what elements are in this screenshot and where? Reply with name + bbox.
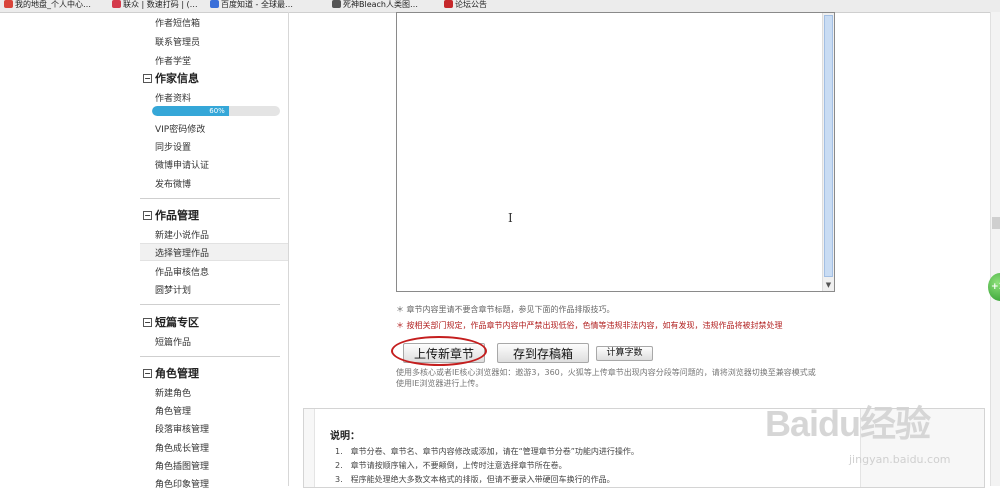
bookmark-item[interactable]: 我的地盘_个人中心… [4, 0, 91, 12]
section-title: 作品管理 [155, 209, 199, 222]
section-author-info[interactable]: − 作家信息 [143, 70, 199, 86]
collapse-icon[interactable]: − [143, 369, 152, 378]
sidebar-divider [288, 12, 289, 486]
bookmark-item[interactable]: 联众 | 数速打码 | (… [112, 0, 198, 12]
sidebar-item-short-works[interactable]: 短篇作品 [155, 335, 191, 348]
site-icon [444, 0, 453, 8]
bookmark-item[interactable]: 论坛公告 [444, 0, 487, 12]
sidebar-item-new-character[interactable]: 新建角色 [155, 386, 191, 399]
word-count-button[interactable]: 计算字数 [596, 346, 653, 361]
site-icon [112, 0, 121, 8]
instruction-item: 2. 章节请按顺序输入，不要颠倒，上传时注意选择章节所在卷。 [335, 461, 567, 470]
section-title: 角色管理 [155, 367, 199, 380]
sidebar-item-manage-works[interactable]: 选择管理作品 [155, 246, 209, 259]
divider [140, 304, 280, 305]
sidebar-item-paragraph-review[interactable]: 段落审核管理 [155, 422, 209, 435]
sidebar-item-new-novel[interactable]: 新建小说作品 [155, 228, 209, 241]
browser-compat-hint: 使用多核心或者IE核心浏览器如：遨游3，360，火狐等上传章节出现内容分段等问题… [396, 368, 816, 388]
sidebar-item-author-profile[interactable]: 作者资料 [155, 91, 191, 104]
site-icon [210, 0, 219, 8]
section-title: 短篇专区 [155, 316, 199, 329]
sidebar-item-vip-password[interactable]: VIP密码修改 [155, 122, 205, 135]
bookmark-label: 联众 | 数速打码 | (… [123, 0, 198, 9]
baidu-watermark-logo: Baidu经验 jingyan.baidu.com [765, 395, 951, 466]
section-title: 作家信息 [155, 72, 199, 85]
instruction-item: 3. 程序能处理绝大多数文本格式的排版，但请不要录入带硬回车换行的作品。 [335, 475, 615, 484]
sidebar-item-character-growth[interactable]: 角色成长管理 [155, 441, 209, 454]
divider [140, 356, 280, 357]
text-cursor-icon: I [508, 211, 513, 225]
profile-progress-bar: 60% [152, 106, 280, 116]
sidebar-item-author-school[interactable]: 作者学堂 [155, 54, 191, 67]
editor-scrollbar[interactable]: ▼ [822, 13, 834, 291]
sidebar-item-post-weibo[interactable]: 发布微博 [155, 177, 191, 190]
sidebar-item-character-impression[interactable]: 角色印象管理 [155, 477, 209, 490]
sidebar-item-review-info[interactable]: 作品审核信息 [155, 265, 209, 278]
bookmark-item[interactable]: 百度知道 - 全球最… [210, 0, 293, 12]
site-icon [4, 0, 13, 8]
bookmark-item[interactable]: 死神Bleach人类图… [332, 0, 418, 12]
note-regulation-warning: ＊ 按相关部门规定，作品章节内容中严禁出现低俗，色情等违规非法内容，如有发现，违… [396, 321, 783, 330]
sidebar-item-character-manage[interactable]: 角色管理 [155, 404, 191, 417]
site-icon [332, 0, 341, 8]
sidebar-item-dream-plan[interactable]: 圆梦计划 [155, 283, 191, 296]
section-works[interactable]: − 作品管理 [143, 207, 199, 223]
annotation-circle [391, 336, 487, 366]
sidebar-item-weibo-verify[interactable]: 微博申请认证 [155, 158, 209, 171]
page-scrollbar-thumb[interactable] [992, 217, 1000, 229]
sidebar-item-sync-settings[interactable]: 同步设置 [155, 140, 191, 153]
chapter-content-editor[interactable]: ▼ [396, 12, 835, 292]
watermark-url: jingyan.baidu.com [849, 453, 951, 466]
instruction-item: 1. 章节分卷、章节名、章节内容修改或添加，请在“管理章节分卷”功能内进行操作。 [335, 447, 639, 456]
note-no-title: ＊ 章节内容里请不要含章节标题，参见下面的作品排版技巧。 [396, 305, 615, 314]
section-short-stories[interactable]: − 短篇专区 [143, 314, 199, 330]
collapse-icon[interactable]: − [143, 318, 152, 327]
sidebar: 作者短信箱 联系管理员 作者学堂 − 作家信息 作者资料 60% VIP密码修改 … [140, 12, 288, 490]
collapse-icon[interactable]: − [143, 74, 152, 83]
divider [140, 198, 280, 199]
bookmark-label: 百度知道 - 全球最… [221, 0, 293, 9]
scroll-down-icon[interactable]: ▼ [824, 280, 833, 290]
sidebar-item-character-illustration[interactable]: 角色插图管理 [155, 459, 209, 472]
sidebar-item-inbox[interactable]: 作者短信箱 [155, 16, 200, 29]
section-characters[interactable]: − 角色管理 [143, 365, 199, 381]
watermark-main: Baidu经验 [765, 403, 931, 444]
scrollbar-thumb[interactable] [824, 15, 833, 277]
page-scrollbar[interactable] [990, 12, 1000, 486]
bookmark-label: 论坛公告 [455, 0, 487, 9]
sidebar-item-contact-admin[interactable]: 联系管理员 [155, 35, 200, 48]
save-draft-button[interactable]: 存到存稿箱 [497, 343, 589, 363]
bookmark-label: 我的地盘_个人中心… [15, 0, 91, 9]
collapse-icon[interactable]: − [143, 211, 152, 220]
instructions-title: 说明： [330, 431, 360, 442]
bookmark-label: 死神Bleach人类图… [343, 0, 419, 9]
progress-fill: 60% [152, 106, 229, 116]
